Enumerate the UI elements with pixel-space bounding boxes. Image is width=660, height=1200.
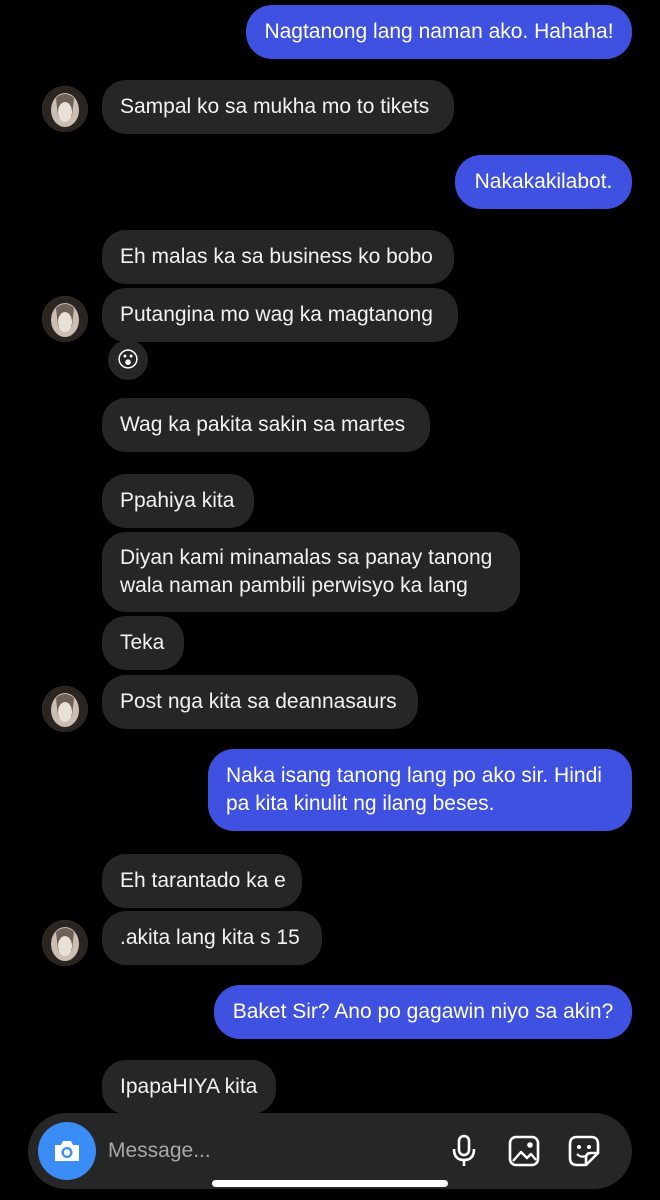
- message-text: Wag ka pakita sakin sa martes: [120, 413, 406, 436]
- message-incoming[interactable]: Eh malas ka sa business ko bobo: [102, 230, 454, 284]
- contact-avatar[interactable]: [42, 296, 88, 342]
- sticker-button[interactable]: [566, 1133, 602, 1169]
- message-text-line: pa kita kinulit ng ilang beses.: [226, 792, 495, 815]
- message-incoming[interactable]: Eh tarantado ka e: [102, 854, 302, 908]
- message-text: IpapaHIYA kita: [120, 1075, 258, 1098]
- message-outgoing[interactable]: Baket Sir? Ano po gagawin niyo sa akin?: [214, 985, 632, 1039]
- message-text: .akita lang kita s 15: [120, 926, 300, 949]
- message-incoming[interactable]: Diyan kami minamalas sa panay tanong wal…: [102, 532, 520, 612]
- message-incoming[interactable]: Sampal ko sa mukha mo to tikets: [102, 80, 454, 134]
- message-text: Nakakakilabot.: [474, 170, 613, 193]
- message-incoming[interactable]: Ppahiya kita: [102, 474, 254, 528]
- message-text: Eh malas ka sa business ko bobo: [120, 245, 433, 268]
- message-outgoing[interactable]: Nakakakilabot.: [455, 155, 632, 209]
- message-outgoing[interactable]: Nagtanong lang naman ako. Hahaha!: [246, 5, 632, 59]
- message-composer: [28, 1113, 632, 1189]
- camera-button[interactable]: [38, 1122, 96, 1180]
- contact-avatar[interactable]: [42, 686, 88, 732]
- message-text-line: Naka isang tanong lang po ako sir. Hindi: [226, 764, 602, 787]
- message-text: Sampal ko sa mukha mo to tikets: [120, 95, 430, 118]
- message-text: Eh tarantado ka e: [120, 869, 286, 892]
- message-text: Teka: [120, 631, 165, 654]
- home-indicator[interactable]: [212, 1180, 448, 1187]
- message-incoming[interactable]: Wag ka pakita sakin sa martes: [102, 398, 430, 452]
- sticker-icon: [568, 1135, 600, 1167]
- contact-avatar[interactable]: [42, 920, 88, 966]
- message-text: Ppahiya kita: [120, 489, 235, 512]
- message-text-line: Diyan kami minamalas sa panay tanong: [120, 546, 493, 569]
- message-incoming[interactable]: Teka: [102, 616, 184, 670]
- message-incoming[interactable]: Post nga kita sa deannasaurs: [102, 675, 418, 729]
- contact-avatar[interactable]: [42, 86, 88, 132]
- gallery-icon: [508, 1135, 540, 1167]
- message-input[interactable]: [108, 1135, 428, 1167]
- message-text-line: wala naman pambili perwisyo ka lang: [120, 574, 468, 597]
- message-text: Nagtanong lang naman ako. Hahaha!: [264, 20, 614, 43]
- microphone-button[interactable]: [446, 1133, 482, 1169]
- message-text: Post nga kita sa deannasaurs: [120, 690, 397, 713]
- message-incoming[interactable]: Putangina mo wag ka magtanong: [102, 288, 458, 342]
- microphone-icon: [452, 1134, 476, 1166]
- camera-icon: [55, 1141, 79, 1161]
- reaction-emoji[interactable]: 😮: [108, 340, 148, 380]
- message-text: Putangina mo wag ka magtanong: [120, 303, 433, 326]
- message-incoming[interactable]: IpapaHIYA kita: [102, 1060, 276, 1114]
- message-text: Baket Sir? Ano po gagawin niyo sa akin?: [232, 1000, 614, 1023]
- message-incoming[interactable]: .akita lang kita s 15: [102, 911, 322, 965]
- message-outgoing[interactable]: Naka isang tanong lang po ako sir. Hindi…: [208, 749, 632, 831]
- reaction-text: 😮: [116, 347, 140, 372]
- gallery-button[interactable]: [506, 1133, 542, 1169]
